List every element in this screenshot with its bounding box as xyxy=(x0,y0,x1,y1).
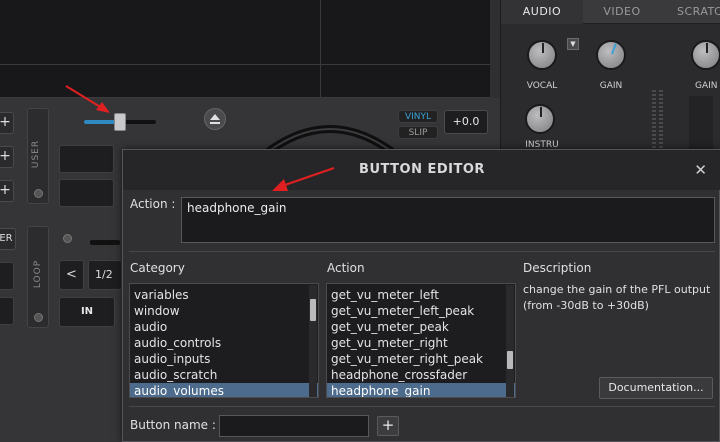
vu-meter-right xyxy=(659,90,663,150)
tab-audio[interactable]: AUDIO xyxy=(501,0,583,24)
gain-knob-right[interactable] xyxy=(691,40,720,70)
action-list-item[interactable]: get_vu_meter_left xyxy=(327,287,515,303)
vocal-knob[interactable] xyxy=(527,40,557,70)
loop-indicator-led xyxy=(63,234,72,243)
description-header: Description xyxy=(523,261,592,275)
pad-button-1[interactable] xyxy=(59,145,114,173)
action-label: Action : xyxy=(130,197,176,211)
add-button[interactable]: + xyxy=(377,416,399,436)
user-pad-selector[interactable]: USER xyxy=(27,108,49,204)
pitch-slider-fill xyxy=(84,120,118,124)
button-name-label: Button name : xyxy=(130,418,216,432)
category-scrollbar[interactable] xyxy=(309,285,317,397)
loop-pad-selector[interactable]: LOOP xyxy=(27,226,49,328)
category-list-item[interactable]: audio_inputs xyxy=(130,351,318,367)
action-list-item[interactable]: headphone_gain xyxy=(327,383,515,397)
category-list[interactable]: variables window audio audio_controls audio_… xyxy=(129,283,319,398)
tab-scratch[interactable]: SCRATCH xyxy=(661,0,720,24)
button-editor-dialog: BUTTON EDITOR ✕ Action : headphone_gain … xyxy=(122,149,720,442)
side-pad-2[interactable] xyxy=(0,297,14,325)
category-list-item[interactable]: audio_controls xyxy=(130,335,318,351)
waveform-grid-line xyxy=(320,0,321,97)
mixer-tabs: AUDIO VIDEO SCRATCH xyxy=(501,0,720,24)
loop-prev-button[interactable]: < xyxy=(59,260,84,290)
vu-meter-left xyxy=(652,90,656,150)
hotcue-plus-button-2[interactable]: + xyxy=(0,146,14,168)
loop-slider[interactable] xyxy=(90,240,120,245)
action-header: Action xyxy=(327,261,365,275)
documentation-button[interactable]: Documentation... xyxy=(599,377,713,399)
description-text: change the gain of the PFL output (from … xyxy=(523,283,711,312)
vocal-label: VOCAL xyxy=(526,81,558,91)
eject-button[interactable] xyxy=(204,108,226,130)
action-list-item[interactable]: get_vu_meter_peak xyxy=(327,319,515,335)
eject-icon xyxy=(210,114,220,124)
category-list-item[interactable]: variables xyxy=(130,287,318,303)
virtualdj-window: + + + USER ER LOOP < 1/2 IN VINYL SLIP +… xyxy=(0,0,720,442)
category-list-item[interactable]: audio_scratch xyxy=(130,367,318,383)
loop-label: LOOP xyxy=(33,259,44,289)
action-list-item[interactable]: get_vu_meter_left_peak xyxy=(327,303,515,319)
action-list-item[interactable]: headphone_crossfader xyxy=(327,367,515,383)
category-scroll-thumb[interactable] xyxy=(310,299,316,321)
loop-in-button[interactable]: IN xyxy=(59,297,115,327)
er-button[interactable]: ER xyxy=(0,228,16,250)
side-pad-1[interactable] xyxy=(0,262,14,290)
user-led xyxy=(34,189,43,198)
hotcue-plus-button-3[interactable]: + xyxy=(0,180,14,202)
divider xyxy=(129,406,715,407)
gain-label-right: GAIN xyxy=(695,81,718,91)
button-name-input[interactable] xyxy=(219,415,369,437)
gain-label-left: GAIN xyxy=(599,81,623,91)
tab-video[interactable]: VIDEO xyxy=(583,0,661,24)
gain-knob-left[interactable] xyxy=(596,40,626,70)
loop-size-display[interactable]: 1/2 xyxy=(88,260,122,290)
divider xyxy=(129,251,715,252)
action-scrollbar[interactable] xyxy=(506,285,514,397)
vinyl-button[interactable]: VINYL xyxy=(398,110,438,123)
dialog-titlebar[interactable]: BUTTON EDITOR ✕ xyxy=(123,150,720,190)
pad-button-2[interactable] xyxy=(59,179,114,207)
user-label: USER xyxy=(31,139,42,169)
close-icon[interactable]: ✕ xyxy=(694,161,707,179)
instru-knob[interactable] xyxy=(525,104,555,134)
waveform-grid-line xyxy=(0,64,490,65)
slip-button[interactable]: SLIP xyxy=(398,126,438,139)
action-script-input[interactable]: headphone_gain xyxy=(181,197,715,243)
category-list-item[interactable]: audio xyxy=(130,319,318,335)
crossfader-area xyxy=(689,96,713,152)
dialog-title: BUTTON EDITOR xyxy=(359,162,485,177)
action-list[interactable]: get_vu_meter_left get_vu_meter_left_peak g… xyxy=(326,283,516,398)
action-list-item[interactable]: get_vu_meter_right_peak xyxy=(327,351,515,367)
annotation-arrow-icon xyxy=(272,167,335,191)
dropdown-arrow-button[interactable]: ▼ xyxy=(567,38,579,50)
action-scroll-thumb[interactable] xyxy=(507,351,513,369)
action-list-item[interactable]: get_vu_meter_right xyxy=(327,335,515,351)
annotation-arrow-icon xyxy=(65,85,110,113)
loop-led xyxy=(34,313,43,322)
pitch-value-display[interactable]: +0.0 xyxy=(444,110,488,134)
category-list-item[interactable]: window xyxy=(130,303,318,319)
category-list-item[interactable]: audio_volumes xyxy=(130,383,318,397)
hotcue-plus-button-1[interactable]: + xyxy=(0,112,14,134)
category-header: Category xyxy=(130,261,185,275)
